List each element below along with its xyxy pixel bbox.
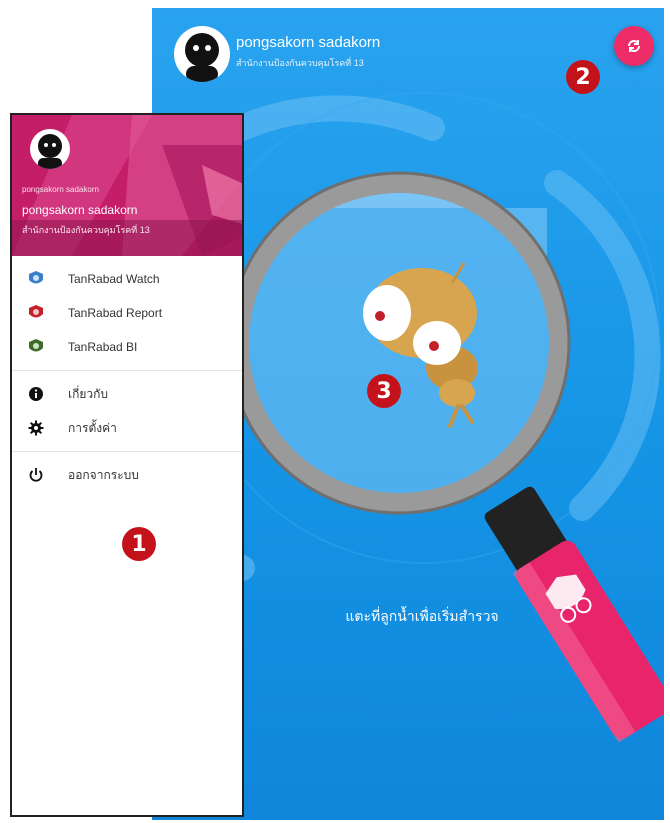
settings-icon xyxy=(26,418,46,438)
menu-label: TanRabad BI xyxy=(68,340,138,354)
menu-item-tanrabad-report[interactable]: TanRabad Report xyxy=(12,296,242,330)
menu-item-tanrabad-watch[interactable]: TanRabad Watch xyxy=(12,262,242,296)
drawer-user-name: pongsakorn sadakorn xyxy=(22,203,138,217)
user-name: pongsakorn sadakorn xyxy=(236,34,381,51)
power-icon xyxy=(26,465,46,485)
navigation-drawer: pongsakorn sadakorn pongsakorn sadakorn … xyxy=(10,113,244,817)
menu-label: เกี่ยวกับ xyxy=(68,386,109,401)
menu-label: การตั้งค่า xyxy=(68,420,117,435)
drawer-avatar xyxy=(30,129,70,169)
menu-item-about[interactable]: เกี่ยวกับ xyxy=(12,377,242,411)
info-icon xyxy=(26,384,46,404)
drawer-header: pongsakorn sadakorn pongsakorn sadakorn … xyxy=(12,115,242,256)
user-avatar xyxy=(174,26,230,82)
menu-item-tanrabad-bi[interactable]: TanRabad BI xyxy=(12,330,242,364)
annotation-marker-1: 1 xyxy=(122,527,156,561)
watch-app-icon xyxy=(26,269,46,289)
drawer-user-organization: สำนักงานป้องกันควบคุมโรคที่ 13 xyxy=(22,225,150,235)
menu-label: TanRabad Watch xyxy=(68,272,160,286)
bi-app-icon xyxy=(26,337,46,357)
annotation-marker-2: 2 xyxy=(566,60,600,94)
report-app-icon xyxy=(26,303,46,323)
start-survey-prompt[interactable]: แตะที่ลูกน้ำเพื่อเริ่มสำรวจ xyxy=(302,606,542,628)
menu-item-settings[interactable]: การตั้งค่า xyxy=(12,411,242,445)
sync-button[interactable] xyxy=(614,26,654,66)
menu-label: TanRabad Report xyxy=(68,306,163,320)
annotation-marker-3: 3 xyxy=(367,374,401,408)
menu-divider xyxy=(12,370,242,371)
drawer-account-email: pongsakorn sadakorn xyxy=(22,185,99,194)
menu-item-logout[interactable]: ออกจากระบบ xyxy=(12,458,242,492)
drawer-menu: TanRabad Watch TanRabad Report TanRabad … xyxy=(12,256,242,492)
menu-divider xyxy=(12,451,242,452)
sync-icon xyxy=(628,40,640,52)
larva-start-survey[interactable] xyxy=(342,258,492,428)
menu-label: ออกจากระบบ xyxy=(68,467,139,482)
user-organization: สำนักงานป้องกันควบคุมโรคที่ 13 xyxy=(236,58,364,68)
